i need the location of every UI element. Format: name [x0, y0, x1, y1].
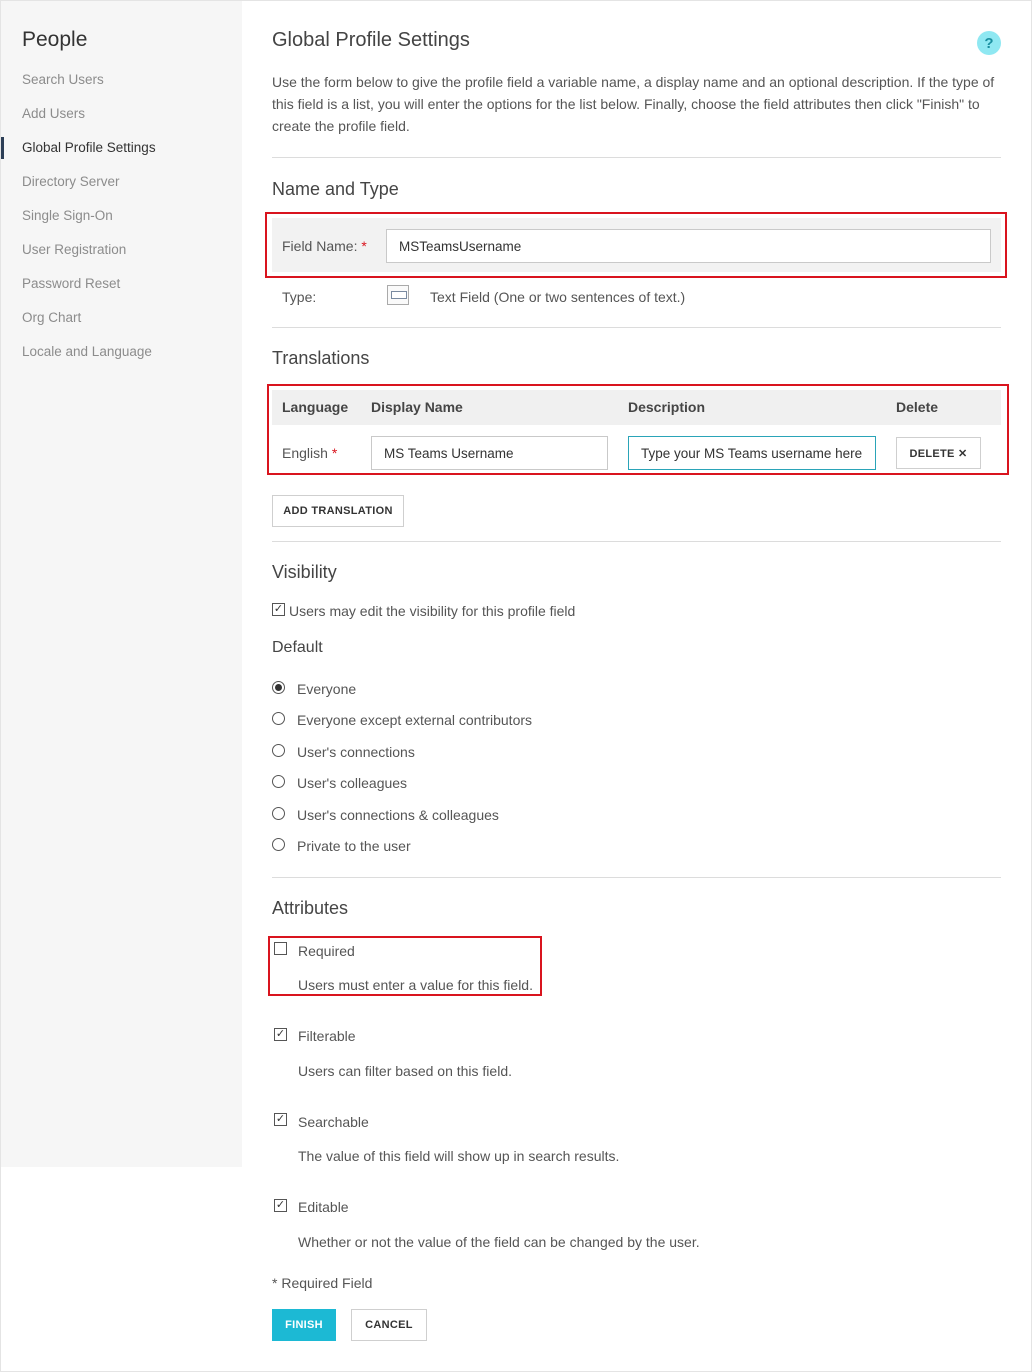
finish-button[interactable]: FINISH [272, 1309, 336, 1341]
radio-label-everyone: Everyone [297, 681, 357, 697]
sidebar-item-directory-server[interactable]: Directory Server [1, 165, 242, 199]
type-label: Type: [282, 289, 317, 305]
radio-users-colleagues[interactable] [272, 775, 285, 788]
sidebar-item-single-sign-on[interactable]: Single Sign-On [1, 199, 242, 233]
divider [272, 877, 1001, 878]
users-may-edit-label: Users may edit the visibility for this p… [289, 603, 576, 619]
page-title: Global Profile Settings [272, 29, 470, 51]
attribute-label-searchable: Searchable [298, 1114, 369, 1130]
required-field-note: * Required Field [272, 1275, 373, 1291]
users-may-edit-checkbox[interactable]: ✓ [272, 603, 285, 616]
sidebar-title: People [22, 28, 88, 51]
sidebar: People Search Users Add Users Global Pro… [1, 1, 242, 1167]
radio-label-connections-colleagues: User's connections & colleagues [297, 807, 499, 823]
highlight-translations [267, 384, 1009, 475]
intro-text: Use the form below to give the profile f… [272, 74, 995, 134]
attribute-desc-editable: Whether or not the value of the field ca… [298, 1234, 700, 1250]
filterable-checkbox[interactable]: ✓ [274, 1028, 287, 1041]
sidebar-item-org-chart[interactable]: Org Chart [1, 301, 242, 335]
default-heading: Default [272, 639, 323, 656]
attribute-desc-filterable: Users can filter based on this field. [298, 1063, 512, 1079]
radio-label-private: Private to the user [297, 838, 411, 854]
divider [272, 541, 1001, 542]
radio-everyone[interactable] [272, 681, 285, 694]
sidebar-item-global-profile-settings[interactable]: Global Profile Settings [1, 131, 242, 165]
type-value: Text Field (One or two sentences of text… [430, 289, 686, 305]
cancel-button[interactable]: CANCEL [351, 1309, 427, 1341]
highlight-field-name [265, 212, 1007, 278]
text-field-icon [387, 285, 409, 305]
section-heading-name-type: Name and Type [272, 179, 399, 199]
sidebar-item-user-registration[interactable]: User Registration [1, 233, 242, 267]
add-translation-button[interactable]: ADD TRANSLATION [272, 495, 404, 527]
attribute-label-filterable: Filterable [298, 1028, 356, 1044]
section-heading-visibility: Visibility [272, 562, 337, 582]
help-icon[interactable]: ? [977, 31, 1001, 55]
section-heading-translations: Translations [272, 348, 370, 368]
radio-everyone-except-external[interactable] [272, 712, 285, 725]
attribute-desc-searchable: The value of this field will show up in … [298, 1148, 620, 1164]
searchable-checkbox[interactable]: ✓ [274, 1113, 287, 1126]
editable-checkbox[interactable]: ✓ [274, 1199, 287, 1212]
section-heading-attributes: Attributes [272, 898, 349, 918]
radio-label-users-colleagues: User's colleagues [297, 775, 408, 791]
sidebar-nav: Search Users Add Users Global Profile Se… [1, 63, 242, 369]
radio-label-everyone-except-external: Everyone except external contributors [297, 712, 533, 728]
attribute-label-editable: Editable [298, 1199, 349, 1215]
divider [272, 327, 1001, 328]
sidebar-item-locale-and-language[interactable]: Locale and Language [1, 335, 242, 369]
radio-connections-colleagues[interactable] [272, 807, 285, 820]
divider [272, 157, 1001, 158]
page: People Search Users Add Users Global Pro… [0, 0, 1032, 1372]
highlight-required [268, 936, 542, 996]
radio-label-users-connections: User's connections [297, 744, 415, 760]
sidebar-item-search-users[interactable]: Search Users [1, 63, 242, 97]
sidebar-item-add-users[interactable]: Add Users [1, 97, 242, 131]
radio-private[interactable] [272, 838, 285, 851]
sidebar-item-password-reset[interactable]: Password Reset [1, 267, 242, 301]
radio-users-connections[interactable] [272, 744, 285, 757]
